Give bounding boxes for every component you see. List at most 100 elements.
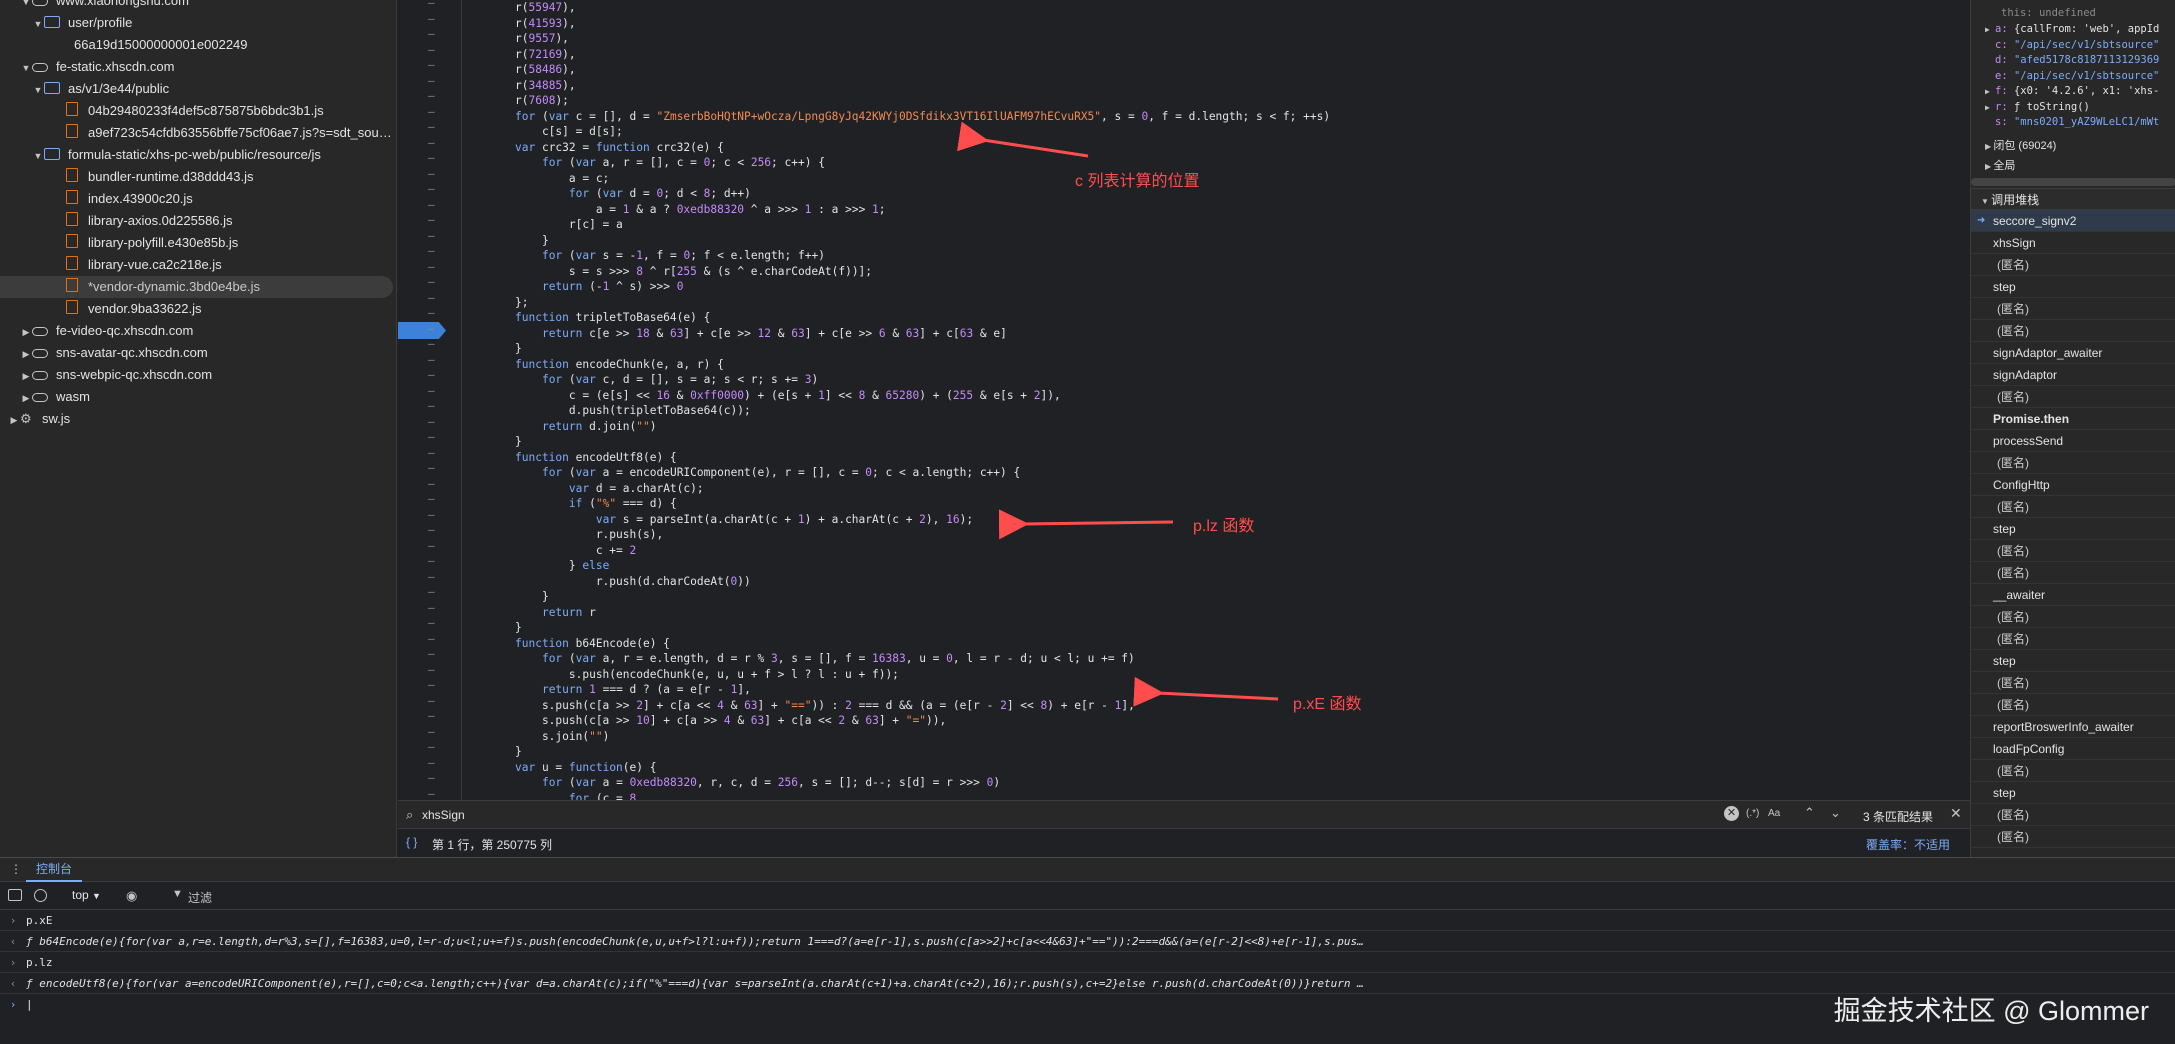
clear-search-icon[interactable]: ✕: [1724, 806, 1739, 821]
callstack-frame[interactable]: (匿名): [1971, 496, 2175, 518]
tree-item[interactable]: a9ef723c54cfdb63556bffe75cf06ae7.js?s=sd…: [0, 122, 392, 144]
tree-item[interactable]: ▼ as/v1/3e44/public: [0, 78, 170, 101]
callstack-frame[interactable]: (匿名): [1971, 804, 2175, 826]
tree-item[interactable]: 04b29480233f4def5c875875b6bdc3b1.js: [0, 100, 324, 122]
callstack-frame[interactable]: (匿名): [1971, 452, 2175, 474]
callstack-frame[interactable]: ➜ seccore_signv2: [1971, 210, 2175, 232]
callstack-frame[interactable]: loadFpConfig: [1971, 738, 2175, 760]
callstack-frame[interactable]: step: [1971, 782, 2175, 804]
callstack-frame[interactable]: (匿名): [1971, 628, 2175, 650]
code-editor[interactable]: – – – – – – – – – – – – – – – – – – – – – – – – – – – – – – – – – – – – – – – –…: [398, 0, 1970, 800]
close-search-icon[interactable]: ✕: [1950, 805, 1962, 822]
tree-item[interactable]: library-axios.0d225586.js: [0, 210, 233, 232]
next-match-button[interactable]: ⌄: [1830, 805, 1841, 821]
callstack-frame-label: step: [1993, 522, 2016, 536]
drawer-menu-icon[interactable]: ⋮: [10, 862, 22, 876]
arrow-c-list: [957, 121, 1089, 158]
callstack-header[interactable]: ▼ 调用堆栈: [1971, 188, 2175, 210]
callstack-frame[interactable]: (匿名): [1971, 606, 2175, 628]
tree-item[interactable]: ▼ fe-static.xhscdn.com: [0, 56, 175, 78]
sidebar-scrollbar[interactable]: [1971, 178, 2175, 186]
tree-item-label: bundler-runtime.d38ddd43.js: [88, 169, 254, 184]
prev-match-button[interactable]: ⌃: [1804, 805, 1815, 821]
callstack-frame[interactable]: (匿名): [1971, 562, 2175, 584]
scope-variable[interactable]: d: "afed5178c8187113129369: [1985, 54, 2159, 66]
callstack-frame-label: (匿名): [1997, 632, 2029, 646]
tree-item[interactable]: ▼ formula-static/xhs-pc-web/public/resour…: [0, 144, 321, 166]
scope-closure[interactable]: ▶ 闭包 (69024): [1985, 137, 2056, 153]
chevron-right-icon[interactable]: ▶: [20, 365, 32, 387]
tree-item[interactable]: *vendor-dynamic.3bd0e4be.js: [0, 276, 393, 298]
callstack-frame[interactable]: __awaiter: [1971, 584, 2175, 606]
callstack-frame[interactable]: (匿名): [1971, 320, 2175, 342]
callstack-frame[interactable]: ConfigHttp: [1971, 474, 2175, 496]
scope-global[interactable]: ▶ 全局: [1985, 157, 2015, 173]
chevron-right-icon[interactable]: ▶: [20, 321, 32, 343]
callstack-frame[interactable]: Promise.then: [1971, 408, 2175, 430]
tree-item[interactable]: bundler-runtime.d38ddd43.js: [0, 166, 254, 188]
callstack-frame[interactable]: step: [1971, 518, 2175, 540]
callstack-frame[interactable]: signAdaptor: [1971, 364, 2175, 386]
tree-item[interactable]: index.43900c20.js: [0, 188, 193, 210]
live-expression-icon[interactable]: ◉: [126, 888, 137, 904]
callstack-frame[interactable]: (匿名): [1971, 386, 2175, 408]
chevron-right-icon[interactable]: ▶: [8, 409, 20, 431]
callstack-frame[interactable]: step: [1971, 650, 2175, 672]
callstack-frame-label: (匿名): [1997, 764, 2029, 778]
tree-item[interactable]: ▼ user/profile: [0, 12, 133, 35]
callstack-frame[interactable]: step: [1971, 276, 2175, 298]
callstack-frame[interactable]: (匿名): [1971, 540, 2175, 562]
scope-variable[interactable]: ▶ r: ƒ toString(): [1985, 101, 2090, 113]
tree-item[interactable]: vendor.9ba33622.js: [0, 298, 201, 320]
filter-input[interactable]: 过滤: [188, 889, 212, 906]
regex-toggle[interactable]: (.*): [1746, 808, 1759, 819]
scope-variable[interactable]: c: "/api/sec/v1/sbtsource": [1985, 39, 2159, 51]
scope-variable[interactable]: ▶ a: {callFrom: 'web', appId: [1985, 23, 2159, 35]
tree-item-label: *vendor-dynamic.3bd0e4be.js: [88, 279, 260, 294]
tree-item[interactable]: ▼ www.xiaohongshu.com: [0, 0, 189, 12]
chevron-down-icon[interactable]: ▼: [20, 57, 32, 79]
tree-item[interactable]: ▶ fe-video-qc.xhscdn.com: [0, 320, 194, 343]
callstack-frame[interactable]: (匿名): [1971, 298, 2175, 320]
chevron-down-icon[interactable]: ▼: [32, 13, 44, 35]
case-toggle[interactable]: Aa: [1768, 808, 1780, 819]
tree-item[interactable]: library-vue.ca2c218e.js: [0, 254, 222, 276]
tree-item[interactable]: 66a19d15000000001e002249: [0, 34, 248, 56]
cloud-icon: [32, 393, 48, 402]
tree-item[interactable]: ▶ wasm: [0, 386, 90, 408]
scope-variable[interactable]: e: "/api/sec/v1/sbtsource": [1985, 70, 2159, 82]
annotation-pxe: p.xE 函数: [1293, 696, 1362, 713]
scope-variable[interactable]: ▶ f: {x0: '4.2.6', x1: 'xhs-: [1985, 85, 2159, 97]
output-chevron-icon: ‹: [9, 977, 17, 990]
callstack-frame[interactable]: (匿名): [1971, 254, 2175, 276]
console-output-line[interactable]: ‹ ƒ b64Encode(e){for(var a,r=e.length,d=r…: [0, 931, 2175, 952]
callstack-frame[interactable]: reportBroswerInfo_awaiter: [1971, 716, 2175, 738]
folder-icon: [44, 16, 60, 28]
chevron-down-icon[interactable]: ▼: [32, 145, 44, 167]
clear-console-icon[interactable]: [34, 889, 47, 902]
tab-console[interactable]: 控制台: [26, 858, 83, 882]
tree-item[interactable]: ▶ ⚙ sw.js: [0, 408, 71, 431]
tree-item[interactable]: ▶ sns-avatar-qc.xhscdn.com: [0, 342, 208, 364]
callstack-frame[interactable]: (匿名): [1971, 694, 2175, 716]
scope-variable[interactable]: s: "mns0201_yAZ9WLeLC1/mWt: [1985, 116, 2159, 128]
sidebar-toggle-icon[interactable]: [8, 889, 22, 901]
callstack-frame[interactable]: (匿名): [1971, 672, 2175, 694]
callstack-frame[interactable]: xhsSign: [1971, 232, 2175, 254]
cloud-icon: [32, 63, 48, 72]
callstack-frame[interactable]: (匿名): [1971, 760, 2175, 782]
coverage-status[interactable]: 覆盖率：不适用: [1866, 836, 1950, 853]
callstack-frame[interactable]: processSend: [1971, 430, 2175, 452]
pretty-print-button[interactable]: { }: [406, 835, 417, 849]
tree-item[interactable]: ▶ sns-webpic-qc.xhscdn.com: [0, 364, 213, 387]
callstack-frame[interactable]: signAdaptor_awaiter: [1971, 342, 2175, 364]
search-input[interactable]: [422, 804, 1712, 826]
tree-item-label: library-polyfill.e430e85b.js: [88, 235, 239, 250]
file-icon: [66, 124, 78, 138]
tree-item[interactable]: library-polyfill.e430e85b.js: [0, 232, 238, 254]
callstack-frame[interactable]: (匿名): [1971, 826, 2175, 848]
context-select[interactable]: top ▼: [72, 888, 101, 902]
chevron-right-icon[interactable]: ▶: [20, 343, 32, 365]
chevron-down-icon[interactable]: ▼: [32, 79, 44, 101]
chevron-right-icon[interactable]: ▶: [20, 387, 32, 409]
